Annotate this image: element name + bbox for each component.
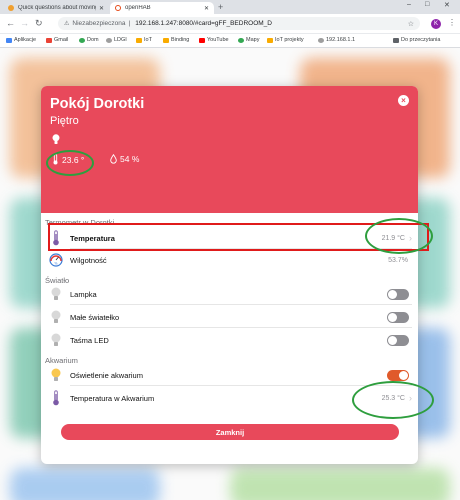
list-item-temperatura-akwarium[interactable]: Temperatura w Akwarium 25.3 °C ›: [47, 387, 412, 409]
bookmark-mapy[interactable]: Mapy: [238, 37, 259, 43]
globe-icon: [106, 37, 112, 43]
item-label: Temperatura: [70, 233, 115, 243]
close-tab-icon[interactable]: ✕: [204, 5, 209, 12]
youtube-icon: [199, 37, 205, 43]
minimize-button[interactable]: –: [407, 1, 411, 8]
lampka-toggle[interactable]: [387, 288, 409, 300]
humidity-gauge-icon: %: [47, 251, 65, 269]
folder-icon: [136, 37, 142, 43]
forum-favicon-icon: [8, 5, 14, 11]
window-close-button[interactable]: ✕: [444, 1, 450, 9]
temperature-value: 23.6 °: [62, 154, 85, 165]
reload-icon[interactable]: ↻: [35, 18, 43, 29]
droplet-icon: [110, 154, 117, 164]
close-tab-icon[interactable]: ✕: [99, 5, 104, 12]
globe-icon: [318, 37, 324, 43]
reading-list-icon: [393, 37, 399, 43]
background-card: [230, 468, 450, 500]
floor-subtitle: Piętro: [50, 115, 79, 127]
menu-icon[interactable]: ⋮: [448, 18, 456, 27]
item-value: 25.3 °C: [381, 394, 405, 402]
thermometer-icon: [47, 229, 65, 247]
bookmark-iot-projekty[interactable]: IoT projekty: [267, 37, 304, 43]
humidity-badge: 54 %: [110, 154, 139, 164]
gmail-icon: [46, 37, 52, 43]
bookmarks-bar: Aplikacje Gmail Dom LDGI IoT Binding You…: [0, 34, 460, 48]
forward-arrow-icon[interactable]: →: [20, 18, 29, 28]
modal-header: Pokój Dorotki Piętro × 23.6 ° 54 %: [41, 86, 418, 213]
tab-openhab[interactable]: openHAB ✕: [110, 2, 214, 14]
list-item-wilgotnosc[interactable]: % Wilgotność 53.7%: [47, 249, 412, 271]
bookmark-ldgi[interactable]: LDGI: [106, 37, 127, 43]
apps-grid-icon: [6, 37, 12, 43]
item-label: Wilgotność: [70, 255, 107, 265]
background-card: [10, 468, 160, 500]
bookmark-apps[interactable]: Aplikacje: [6, 37, 36, 43]
bookmark-youtube[interactable]: YouTube: [199, 37, 229, 43]
warning-icon: ⚠: [64, 21, 70, 27]
oswietlenie-akwarium-toggle[interactable]: [387, 369, 409, 381]
item-value: 21.9 °C: [381, 234, 405, 242]
tasma-led-toggle[interactable]: [387, 334, 409, 346]
list-item-temperatura[interactable]: Temperatura 21.9 °C ›: [47, 227, 412, 249]
profile-avatar[interactable]: K: [431, 19, 441, 29]
maximize-button[interactable]: □: [425, 1, 429, 8]
close-button[interactable]: Zamknij: [61, 424, 399, 440]
openhab-favicon-icon: [115, 5, 121, 11]
list-item-oswietlenie-akwarium[interactable]: Oświetlenie akwarium: [47, 364, 412, 386]
list-item-lampka[interactable]: Lampka: [47, 283, 412, 305]
item-label: Taśma LED: [70, 335, 109, 345]
thermometer-icon: [53, 154, 58, 165]
lightbulb-icon: [52, 134, 60, 144]
address-bar[interactable]: ⚠ Niezabezpieczona | 192.168.1.247:8080/…: [58, 17, 420, 30]
chevron-right-icon: ›: [409, 393, 412, 403]
lightbulb-on-icon: [47, 366, 65, 384]
lightbulb-off-icon: [47, 285, 65, 303]
group-header-termometr: Termometr w Dorotki: [45, 218, 115, 227]
item-label: Oświetlenie akwarium: [70, 370, 143, 380]
male-swiatelko-toggle[interactable]: [387, 311, 409, 323]
new-tab-button[interactable]: +: [218, 2, 223, 12]
bookmark-dom[interactable]: Dom: [79, 37, 99, 43]
chevron-right-icon: ›: [409, 233, 412, 243]
thermometer-icon: [47, 389, 65, 407]
bookmark-star-icon[interactable]: ☆: [408, 20, 414, 28]
folder-icon: [267, 37, 273, 43]
bookmark-gmail[interactable]: Gmail: [46, 37, 68, 43]
folder-icon: [163, 37, 169, 43]
lightbulb-off-icon: [47, 308, 65, 326]
tab-title: Quick questions about moving o: [18, 5, 96, 11]
bookmark-router[interactable]: 192.168.1.1: [318, 37, 355, 43]
tab-forum[interactable]: Quick questions about moving o ✕: [3, 2, 109, 14]
bookmark-binding[interactable]: Binding: [163, 37, 189, 43]
lightbulb-off-icon: [47, 331, 65, 349]
list-item-tasma-led[interactable]: Taśma LED: [47, 329, 412, 351]
item-label: Małe światełko: [70, 312, 120, 322]
room-card-modal: Pokój Dorotki Piętro × 23.6 ° 54 % Termo…: [41, 86, 418, 464]
tab-title: openHAB: [125, 5, 151, 11]
reading-list[interactable]: Do przeczytania: [393, 37, 440, 43]
security-label: Niezabezpieczona: [72, 20, 126, 27]
item-label: Temperatura w Akwarium: [70, 393, 155, 403]
temperature-badge: 23.6 °: [52, 154, 84, 165]
browser-toolbar: ← → ↻ ⚠ Niezabezpieczona | 192.168.1.247…: [0, 14, 460, 34]
home-icon: [79, 37, 85, 43]
map-pin-icon: [238, 37, 244, 43]
item-label: Lampka: [70, 289, 97, 299]
separator: |: [128, 20, 131, 27]
room-title: Pokój Dorotki: [50, 96, 145, 112]
close-icon[interactable]: ×: [398, 95, 409, 106]
back-arrow-icon[interactable]: ←: [6, 18, 15, 28]
item-value: 53.7%: [388, 256, 408, 264]
url-text: 192.168.1.247:8080/#card=gFF_BEDROOM_D: [135, 20, 272, 27]
humidity-value: 54 %: [120, 154, 140, 164]
list-item-male-swiatelko[interactable]: Małe światełko: [47, 306, 412, 328]
tab-strip: Quick questions about moving o ✕ openHAB…: [0, 0, 460, 14]
bookmark-iot[interactable]: IoT: [136, 37, 152, 43]
